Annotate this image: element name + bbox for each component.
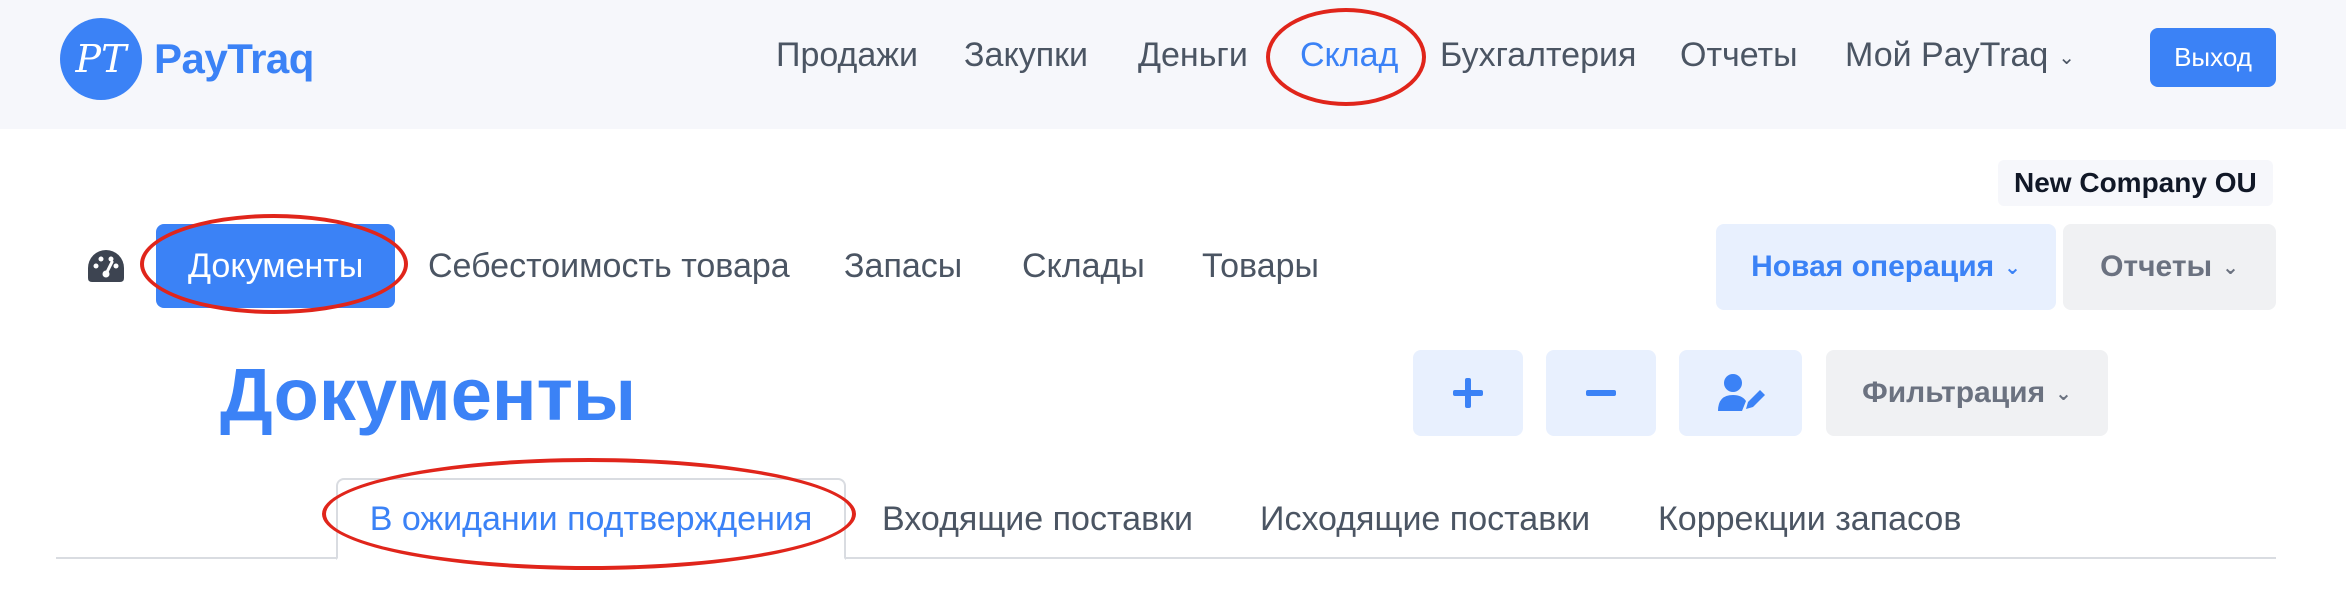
plus-icon xyxy=(1453,378,1483,408)
brand-name: PayTraq xyxy=(154,35,314,82)
new-operation-button[interactable]: Новая операция ⌄ xyxy=(1716,224,2056,310)
chevron-down-icon: ⌄ xyxy=(2058,46,2076,69)
subtab-documents[interactable]: Документы xyxy=(156,224,396,308)
nav-item-warehouse[interactable]: Склад xyxy=(1300,36,1398,75)
remove-button[interactable] xyxy=(1546,350,1656,436)
nav-item-my-paytraq[interactable]: Мой PayTraq ⌄ xyxy=(1845,36,2075,75)
subtab-products[interactable]: Товары xyxy=(1202,224,1319,308)
reports-label: Отчеты xyxy=(2100,250,2213,283)
logo-mark: PT xyxy=(60,18,142,100)
chevron-down-icon: ⌄ xyxy=(2222,256,2239,279)
filter-dropdown-button[interactable]: Фильтрация ⌄ xyxy=(1826,350,2108,436)
user-edit-icon xyxy=(1717,374,1765,411)
nav-item-purchases[interactable]: Закупки xyxy=(964,36,1088,75)
nav-item-sales[interactable]: Продажи xyxy=(776,36,918,75)
subtab-warehouses[interactable]: Склады xyxy=(1022,224,1145,308)
company-badge[interactable]: New Company OU xyxy=(1998,160,2273,206)
subtab-stock[interactable]: Запасы xyxy=(844,224,962,308)
chevron-down-icon: ⌄ xyxy=(2004,256,2021,279)
filter-label: Фильтрация xyxy=(1862,376,2046,409)
dashboard-icon[interactable] xyxy=(86,248,126,284)
add-button[interactable] xyxy=(1413,350,1523,436)
tab-outgoing-deliveries[interactable]: Исходящие поставки xyxy=(1260,478,1590,560)
minus-icon xyxy=(1586,390,1616,396)
tab-stock-corrections[interactable]: Коррекции запасов xyxy=(1658,478,1961,560)
tab-incoming-deliveries[interactable]: Входящие поставки xyxy=(882,478,1193,560)
nav-item-money[interactable]: Деньги xyxy=(1138,36,1248,75)
logo[interactable]: PT PayTraq xyxy=(60,18,314,100)
nav-item-my-paytraq-label: Мой PayTraq xyxy=(1845,36,2049,74)
tab-pending-confirmation[interactable]: В ожидании подтверждения xyxy=(336,478,846,560)
top-navigation-bar: PT PayTraq Продажи Закупки Деньги Склад … xyxy=(0,0,2346,129)
chevron-down-icon: ⌄ xyxy=(2055,382,2072,405)
reports-dropdown-button[interactable]: Отчеты ⌄ xyxy=(2063,224,2276,310)
new-operation-label: Новая операция xyxy=(1751,250,1995,283)
nav-item-accounting[interactable]: Бухгалтерия xyxy=(1440,36,1636,75)
assign-user-button[interactable] xyxy=(1679,350,1802,436)
page-title: Документы xyxy=(220,353,637,436)
subtab-cost-of-goods[interactable]: Себестоимость товара xyxy=(428,224,790,308)
nav-item-reports[interactable]: Отчеты xyxy=(1680,36,1798,75)
logout-button[interactable]: Выход xyxy=(2150,28,2276,87)
